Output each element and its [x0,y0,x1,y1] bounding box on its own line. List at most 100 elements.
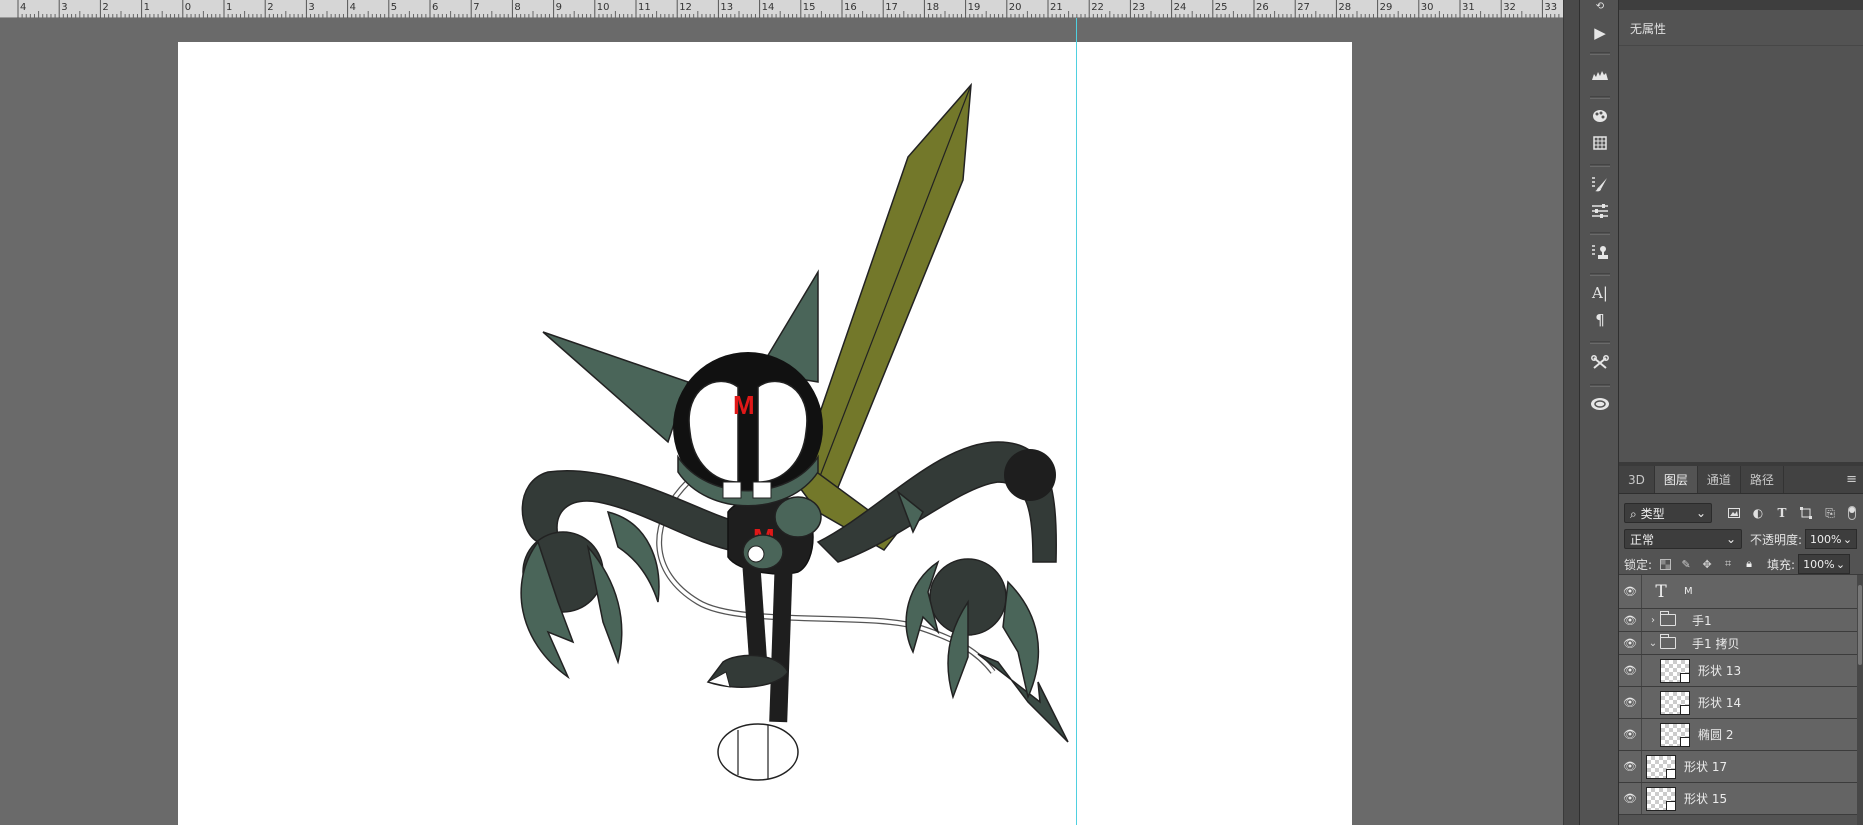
lock-all-icon[interactable]: 🔒︎ [1741,556,1757,572]
visibility-eye-icon[interactable]: 👁︎ [1619,614,1641,627]
clone-source-icon[interactable] [1588,241,1612,263]
layer-name: 手1 拷贝 [1692,636,1740,651]
character-artwork: M M [520,82,1069,781]
panel-menu-icon[interactable]: ≡ [1840,466,1863,493]
opacity-field[interactable]: 100% ⌄ [1805,529,1858,549]
chevron-right-icon[interactable]: › [1646,615,1660,626]
character-icon[interactable]: A| [1588,282,1612,304]
shape-badge-icon [1666,768,1676,779]
dock-separator [1590,96,1610,99]
layer-row[interactable]: 👁︎ 形状 13 [1619,655,1857,687]
ruler-label: 4 [20,2,26,13]
tab-paths[interactable]: 路径 [1741,466,1784,493]
shape-filter-icon[interactable] [1798,505,1814,521]
fill-field[interactable]: 100% ⌄ [1798,554,1851,574]
fill-value: 100% [1803,557,1835,571]
chevron-down-icon: ⌄ [1725,532,1736,546]
ruler-label: 1 [226,2,232,13]
tab-channels[interactable]: 通道 [1698,466,1741,493]
paragraph-icon[interactable]: ¶ [1588,309,1612,331]
history-icon[interactable]: ⟲ [1588,0,1612,12]
layer-row[interactable]: 👁︎ 形状 15 [1619,783,1857,815]
tab-3d[interactable]: 3D [1619,466,1655,493]
visibility-eye-icon[interactable]: 👁︎ [1619,585,1641,598]
adjustments-icon[interactable] [1588,200,1612,222]
photoshop-window: 4 3 2 1 0 1 2 3 4 5 6 7 8 9 10 11 12 13 14 15 16 17 18 19 20 21 22… [0,0,1863,825]
lock-transparent-icon[interactable] [1657,556,1673,572]
visibility-eye-icon[interactable]: 👁︎ [1619,728,1641,741]
search-icon: ⌕ [1630,506,1637,521]
adjustment-filter-icon[interactable]: ◐ [1750,505,1766,521]
row-separator [1641,751,1642,782]
layer-row[interactable]: 👁︎ 形状 17 [1619,751,1857,783]
ruler-label: 21 [1050,2,1063,13]
color-palette-icon[interactable] [1588,105,1612,127]
visibility-eye-icon[interactable]: 👁︎ [1619,792,1641,805]
lock-artboard-icon[interactable]: ⌗ [1720,556,1736,572]
canvas-workspace[interactable]: M M [0,18,1563,825]
type-filter-icon[interactable]: T [1774,505,1790,521]
pixel-filter-icon[interactable] [1726,505,1742,521]
layer-thumbnail [1660,690,1690,715]
layers-scrollbar[interactable] [1857,575,1863,825]
creative-cloud-icon[interactable] [1588,393,1612,415]
fist-right [774,496,822,538]
ruler-label: 8 [514,2,520,13]
ruler-label: 32 [1503,2,1516,13]
layer-group-row[interactable]: 👁︎ ⌄ 手1 拷贝 [1619,632,1857,655]
histogram-icon[interactable] [1588,64,1612,86]
chevron-down-icon[interactable]: ⌄ [1646,638,1660,649]
filter-kind-select[interactable]: ⌕ 类型 ⌄ [1624,503,1712,523]
vertical-guide[interactable] [1076,18,1077,825]
smart-object-filter-icon[interactable]: ⎘ [1822,505,1838,521]
ruler-label: 23 [1132,2,1145,13]
shape-badge-icon [1666,800,1676,811]
lock-label: 锁定: [1624,557,1653,572]
properties-tabs[interactable] [1619,0,1863,10]
ruler-label: 20 [1009,2,1022,13]
visibility-eye-icon[interactable]: 👁︎ [1619,637,1641,650]
layer-name: 形状 17 [1684,760,1728,774]
lock-position-icon[interactable]: ✥ [1699,556,1715,572]
fill-label: 填充: [1767,557,1796,572]
lock-image-icon[interactable]: ✎ [1678,556,1694,572]
layer-row[interactable]: 👁︎ 形状 14 [1619,687,1857,719]
layer-row[interactable]: 👁︎ T M [1619,575,1857,609]
tool-presets-icon[interactable] [1588,352,1612,374]
shape-badge-icon [1680,704,1690,715]
ruler-label: 19 [968,2,981,13]
filter-toggle-icon[interactable] [1844,505,1860,521]
row-separator [1641,655,1642,686]
visibility-eye-icon[interactable]: 👁︎ [1619,760,1641,773]
visibility-eye-icon[interactable]: 👁︎ [1619,664,1641,677]
blend-mode-select[interactable]: 正常 ⌄ [1624,529,1742,549]
row-separator [1641,609,1642,631]
layer-group-row[interactable]: 👁︎ › 手1 [1619,609,1857,632]
document-canvas[interactable]: M M [178,42,1352,825]
folder-icon [1660,634,1676,649]
ruler-label: 16 [844,2,857,13]
opacity-value: 100% [1810,532,1842,546]
left-ear [542,331,689,444]
ruler-label: 7 [473,2,479,13]
visibility-eye-icon[interactable]: 👁︎ [1619,696,1641,709]
scrollbar-thumb[interactable] [1858,585,1862,665]
collapsed-panel-strip[interactable] [1563,0,1579,825]
ruler-label: 12 [679,2,692,13]
tooth-right [752,481,772,499]
ruler-label: 6 [432,2,438,13]
tab-layers[interactable]: 图层 [1654,466,1698,493]
brush-presets-icon[interactable] [1588,173,1612,195]
layer-row[interactable]: 👁︎ 椭圆 2 [1619,719,1857,751]
ruler-label: 11 [638,2,651,13]
chevron-down-icon: ⌄ [1842,532,1853,546]
right-panels: 无属性 3D 图层 通道 路径 ≡ ⌕ 类型 ⌄ ◐ T ⎘ 正常 ⌄ 不透明度… [1619,0,1863,825]
layers-panel: 3D 图层 通道 路径 ≡ ⌕ 类型 ⌄ ◐ T ⎘ 正常 ⌄ 不透明度: 10… [1619,466,1863,825]
ruler-label: 22 [1091,2,1104,13]
horizontal-ruler[interactable]: 4 3 2 1 0 1 2 3 4 5 6 7 8 9 10 11 12 13 14 15 16 17 18 19 20 21 22… [0,0,1563,18]
play-icon[interactable]: ▶ [1588,22,1612,44]
layers-list: 👁︎ T M 👁︎ › 手1 👁︎ ⌄ 手1 拷贝 👁︎ 形状 13 👁︎ 形状… [1619,574,1863,825]
ruler-label: 2 [267,2,273,13]
grid-icon[interactable] [1588,132,1612,154]
ruler-label: 33 [1544,2,1557,13]
